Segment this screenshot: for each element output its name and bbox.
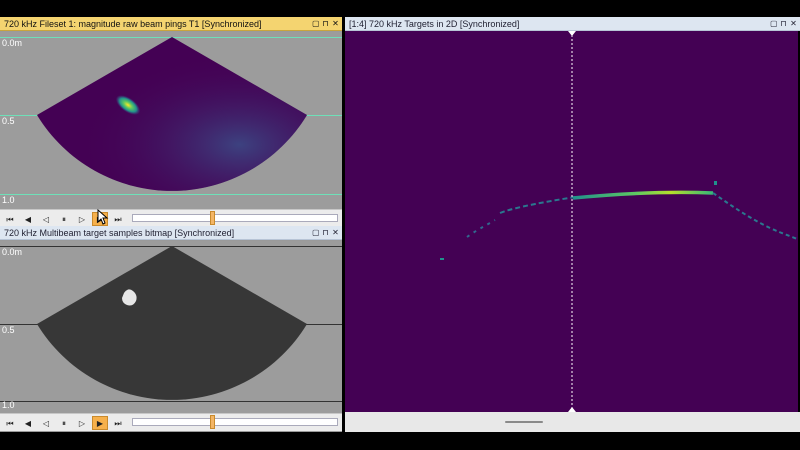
depth-label-0: 0.0m xyxy=(2,247,23,257)
ping-position-slider[interactable] xyxy=(132,211,338,225)
skip-back-icon[interactable]: ⏮ xyxy=(2,416,18,430)
close-icon[interactable]: ✕ xyxy=(790,17,797,30)
ping-position-slider[interactable] xyxy=(132,415,338,429)
targets-2d-title: [1:4] 720 kHz Targets in 2D [Synchronize… xyxy=(349,19,520,29)
target-bitmap-view[interactable]: 0.0m 0.5 1.0 xyxy=(0,241,342,414)
pin-icon[interactable]: ⊓ xyxy=(322,17,329,30)
slider-thumb[interactable] xyxy=(210,211,215,225)
close-icon[interactable]: ✕ xyxy=(332,17,339,30)
target-bitmap-title-bar[interactable]: 720 kHz Multibeam target samples bitmap … xyxy=(0,226,342,240)
targets-2d-view[interactable] xyxy=(345,31,798,412)
targets-2d-footer xyxy=(345,412,800,432)
restore-icon[interactable]: ▢ xyxy=(770,17,778,30)
raw-beam-title-bar[interactable]: 720 kHz Fileset 1: magnitude raw beam pi… xyxy=(0,17,342,31)
depth-label-05: 0.5 xyxy=(2,325,15,335)
step-back-icon[interactable]: ◀ xyxy=(20,212,36,226)
play-forward-icon[interactable]: ▷ xyxy=(74,416,90,430)
raw-beam-pings-panel: 720 kHz Fileset 1: magnitude raw beam pi… xyxy=(0,17,342,227)
step-forward-icon[interactable]: ▶ xyxy=(92,415,108,430)
targets-2d-title-bar[interactable]: [1:4] 720 kHz Targets in 2D [Synchronize… xyxy=(345,17,800,31)
play-reverse-icon[interactable]: ◁ xyxy=(38,416,54,430)
mouse-pointer-icon xyxy=(97,209,109,225)
pause-icon[interactable]: ⏸ xyxy=(56,416,72,430)
play-forward-icon[interactable]: ▷ xyxy=(74,212,90,226)
targets-2d-panel: [1:4] 720 kHz Targets in 2D [Synchronize… xyxy=(345,17,800,31)
window-controls: ▢ ⊓ ✕ xyxy=(312,226,339,239)
depth-label-1: 1.0 xyxy=(2,400,15,410)
close-icon[interactable]: ✕ xyxy=(332,226,339,239)
resize-grip-icon[interactable] xyxy=(505,421,543,423)
depth-label-1: 1.0 xyxy=(2,195,15,205)
sonar-fan-image xyxy=(37,37,307,191)
target-bitmap-panel: 720 kHz Multibeam target samples bitmap … xyxy=(0,226,342,432)
restore-icon[interactable]: ▢ xyxy=(312,226,320,239)
cursor-top-marker-icon xyxy=(568,31,576,36)
raw-beam-title: 720 kHz Fileset 1: magnitude raw beam pi… xyxy=(4,19,262,29)
slider-thumb[interactable] xyxy=(210,415,215,429)
window-controls: ▢ ⊓ ✕ xyxy=(312,17,339,30)
skip-forward-icon[interactable]: ⏭ xyxy=(110,212,126,226)
bitmap-playback-toolbar: ⏮ ◀ ◁ ⏸ ▷ ▶ ⏭ xyxy=(0,413,342,431)
pin-icon[interactable]: ⊓ xyxy=(322,226,329,239)
target-track-plot xyxy=(440,31,798,412)
raw-beam-playback-toolbar: ⏮ ◀ ◁ ⏸ ▷ ▶ ⏭ xyxy=(0,209,342,227)
target-bitmap-title: 720 kHz Multibeam target samples bitmap … xyxy=(4,228,235,238)
raw-beam-view[interactable]: 0.0m 0.5 1.0 xyxy=(0,32,342,209)
bitmap-fan-image xyxy=(37,246,307,400)
pause-icon[interactable]: ⏸ xyxy=(56,212,72,226)
step-back-icon[interactable]: ◀ xyxy=(20,416,36,430)
pin-icon[interactable]: ⊓ xyxy=(780,17,787,30)
restore-icon[interactable]: ▢ xyxy=(312,17,320,30)
skip-back-icon[interactable]: ⏮ xyxy=(2,212,18,226)
skip-forward-icon[interactable]: ⏭ xyxy=(110,416,126,430)
play-reverse-icon[interactable]: ◁ xyxy=(38,212,54,226)
depth-label-05: 0.5 xyxy=(2,116,15,126)
depth-label-0: 0.0m xyxy=(2,38,23,48)
window-controls: ▢ ⊓ ✕ xyxy=(770,17,797,30)
